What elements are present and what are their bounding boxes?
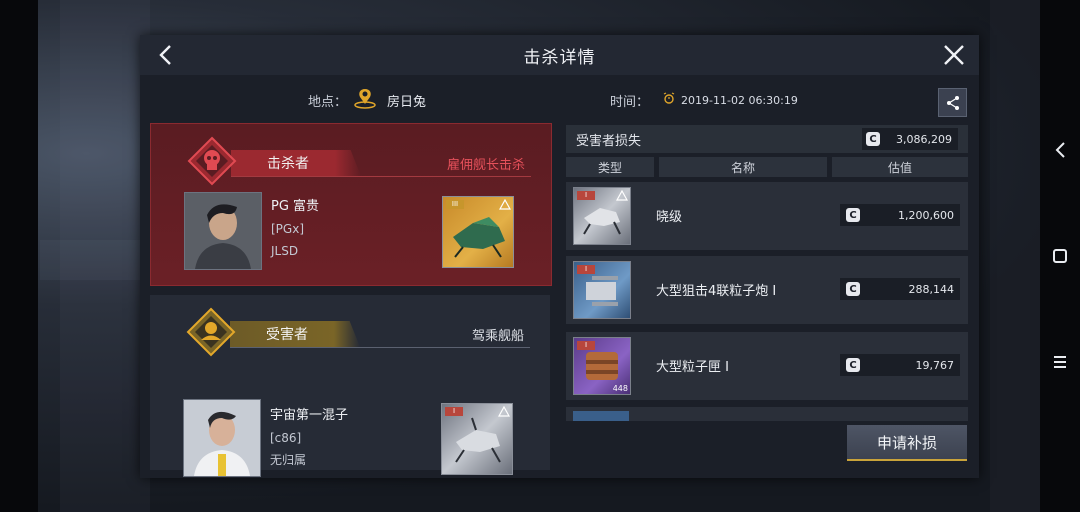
- killer-role-label: 击杀者: [267, 156, 309, 172]
- claim-compensation-button[interactable]: 申请补损: [847, 425, 967, 461]
- share-button[interactable]: [938, 88, 967, 117]
- killer-ship-tier: III: [446, 200, 464, 209]
- skull-icon: [187, 136, 237, 186]
- loss-item-name: 大型狙击4联粒子炮 I: [656, 284, 777, 299]
- loss-item-tier: I: [577, 265, 595, 274]
- alarm-clock-icon: [663, 92, 675, 108]
- victim-ship-tag: 驾乘舰船: [471, 329, 524, 344]
- killer-divider: [231, 176, 531, 177]
- column-header-type: 类型: [566, 157, 654, 177]
- loss-item-tier: I: [577, 191, 595, 200]
- loss-item-value-text: 19,767: [915, 358, 955, 372]
- loss-item-thumb: I 448: [573, 337, 631, 395]
- victim-ship-tier: I: [445, 407, 463, 416]
- loss-item-value-text: 288,144: [908, 282, 955, 296]
- losses-header: 受害者损失 C 3,086,209: [566, 125, 968, 153]
- credit-coin-icon: C: [846, 358, 860, 372]
- loss-item-thumb: [573, 411, 629, 421]
- close-icon[interactable]: [939, 40, 969, 70]
- victim-name[interactable]: 宇宙第一混子: [270, 405, 348, 427]
- nav-back-icon[interactable]: [1040, 130, 1080, 170]
- loss-item-row-partial[interactable]: [566, 407, 968, 421]
- loss-item-value: C 288,144: [840, 278, 960, 300]
- victim-role-banner: 受害者: [230, 321, 360, 347]
- person-icon: [186, 307, 236, 357]
- column-header-value: 估值: [832, 157, 968, 177]
- victim-alliance: 无归属: [270, 453, 307, 467]
- killer-role-banner: 击杀者: [231, 150, 361, 176]
- dialog-title: 击杀详情: [523, 47, 596, 68]
- location-label: 地点：: [308, 94, 348, 110]
- losses-total-value: 3,086,209: [896, 132, 952, 146]
- system-nav-bar: [1040, 0, 1080, 512]
- loss-item-thumb: I: [573, 261, 631, 319]
- ship-class-icon: [616, 190, 628, 201]
- kill-type-tag: 雇佣舰长击杀: [446, 158, 525, 173]
- loss-item-row[interactable]: I 448 大型粒子匣 I C 19,767: [566, 332, 968, 400]
- left-edge: [0, 0, 38, 512]
- victim-info: 宇宙第一混子 [c86] 无归属: [270, 405, 348, 471]
- loss-item-value: C 1,200,600: [840, 204, 960, 226]
- time-value: 2019-11-02 06:30:19: [681, 93, 798, 107]
- loss-item-name: 大型粒子匣 I: [656, 360, 729, 375]
- victim-avatar[interactable]: [183, 399, 261, 477]
- dialog-titlebar: 击杀详情: [140, 35, 979, 75]
- credit-coin-icon: C: [846, 282, 860, 296]
- nav-menu-icon[interactable]: [1040, 342, 1080, 382]
- column-header-name: 名称: [659, 157, 827, 177]
- share-icon: [946, 95, 959, 110]
- killer-avatar[interactable]: [184, 192, 262, 270]
- victim-divider: [230, 347, 530, 348]
- loss-item-name: 晓级: [656, 210, 683, 225]
- killer-ship-thumb[interactable]: III: [442, 196, 514, 268]
- kill-detail-dialog: 击杀详情 地点： 房日兔 时间： 2019-11-02 06:30:19 击杀者…: [140, 35, 979, 478]
- victim-ship-thumb[interactable]: I: [441, 403, 513, 475]
- killer-name[interactable]: PG 富贵: [271, 196, 319, 218]
- loss-item-count: 448: [612, 384, 628, 393]
- killer-corp: [PGx]: [271, 222, 304, 236]
- killer-card: 击杀者 雇佣舰长击杀 PG 富贵 [PGx] JLSD III: [150, 123, 552, 286]
- losses-total: C 3,086,209: [862, 128, 958, 150]
- nav-home-icon[interactable]: [1040, 236, 1080, 276]
- loss-item-value-text: 1,200,600: [898, 208, 954, 222]
- loss-item-row[interactable]: I 大型狙击4联粒子炮 I C 288,144: [566, 256, 968, 324]
- credit-coin-icon: C: [846, 208, 860, 222]
- victim-corp: [c86]: [270, 431, 302, 445]
- loss-item-value: C 19,767: [840, 354, 960, 376]
- loss-item-thumb: I: [573, 187, 631, 245]
- location-pin-icon: [353, 87, 377, 113]
- credit-coin-icon: C: [866, 132, 880, 146]
- time-row: 时间： 2019-11-02 06:30:19: [610, 83, 798, 117]
- killer-alliance: JLSD: [271, 244, 299, 258]
- ship-class-icon: [498, 406, 510, 417]
- time-label: 时间：: [610, 94, 650, 110]
- killer-info: PG 富贵 [PGx] JLSD: [271, 196, 319, 262]
- victim-role-label: 受害者: [266, 327, 308, 343]
- victim-card: 受害者 驾乘舰船 宇宙第一混子 [c86] 无归属 I: [150, 295, 550, 477]
- loss-item-row[interactable]: I 晓级 C 1,200,600: [566, 182, 968, 250]
- location-row: 地点： 房日兔: [308, 83, 426, 117]
- location-value: 房日兔: [387, 94, 427, 110]
- losses-title: 受害者损失: [576, 133, 642, 149]
- back-icon[interactable]: [152, 41, 180, 69]
- loss-item-tier: I: [577, 341, 595, 350]
- ship-class-icon: [499, 199, 511, 210]
